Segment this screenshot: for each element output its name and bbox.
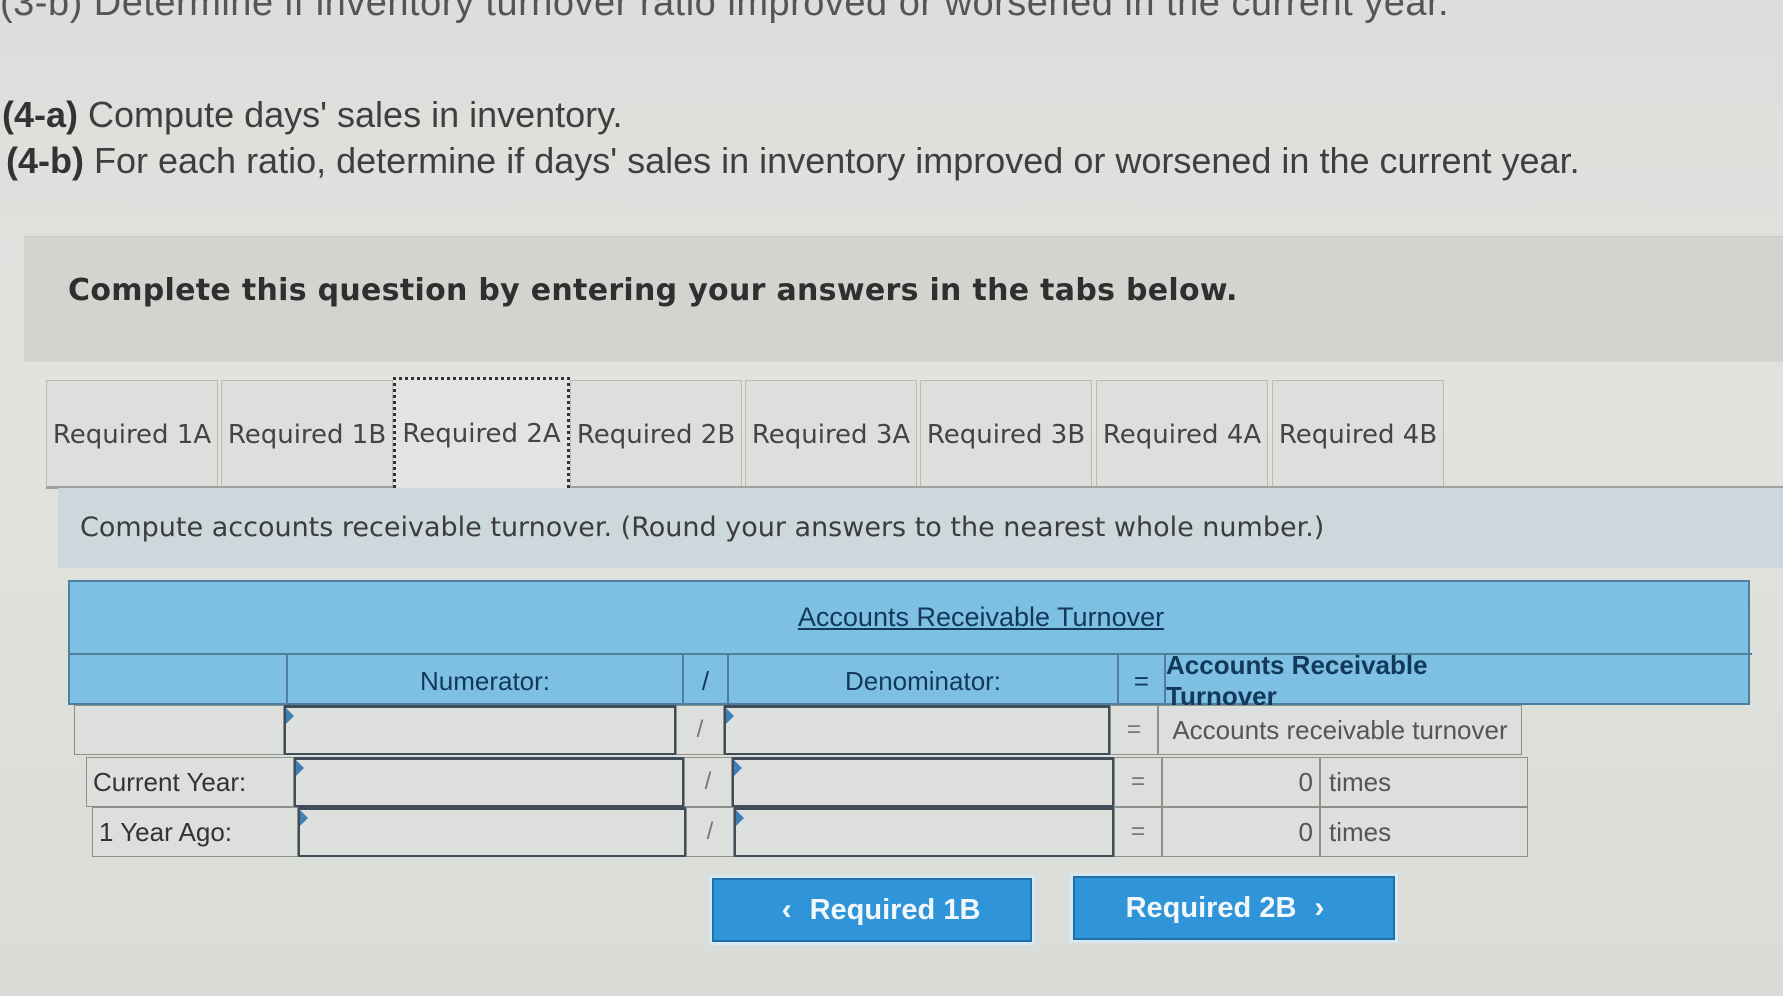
instruction-4a-text: Compute days' sales in inventory.	[88, 94, 623, 135]
instruction-4b: (4-b) For each ratio, determine if days'…	[6, 140, 1580, 182]
divide-sign: /	[676, 705, 724, 755]
result-label: Accounts receivable turnover	[1158, 705, 1522, 755]
denominator-input[interactable]	[724, 705, 1110, 755]
chevron-left-icon: ‹	[781, 893, 792, 926]
header-divide: /	[682, 655, 727, 707]
prior-year-turnover-unit: times	[1320, 807, 1528, 857]
current-year-turnover-value: 0	[1162, 757, 1320, 807]
divide-sign: /	[684, 757, 732, 807]
page: (3-b) Determine if inventory turnover ra…	[0, 0, 1783, 996]
table-header: Accounts Receivable Turnover Numerator: …	[68, 580, 1752, 711]
equals-sign: =	[1114, 807, 1162, 857]
header-label-col	[70, 655, 286, 707]
row-label-current-year: Current Year:	[86, 757, 294, 807]
table-row-1-year-ago: 1 Year Ago: / = 0 times	[92, 807, 1742, 857]
equals-sign: =	[1110, 705, 1158, 755]
table-title: Accounts Receivable Turnover	[797, 602, 1165, 632]
tab-required-4a[interactable]: Required 4A	[1096, 380, 1268, 488]
instruction-4a-prefix: (4-a)	[2, 94, 79, 135]
current-year-numerator-input[interactable]	[294, 757, 684, 807]
tab-required-4b[interactable]: Required 4B	[1272, 380, 1444, 488]
tab-required-1a[interactable]: Required 1A	[46, 380, 218, 488]
tab-required-3a[interactable]: Required 3A	[745, 380, 917, 488]
next-required-2b-button[interactable]: Required 2B ›	[1073, 876, 1395, 940]
prior-year-turnover-value: 0	[1162, 807, 1320, 857]
prompt-bar: Compute accounts receivable turnover. (R…	[58, 488, 1783, 568]
header-result: Accounts Receivable Turnover	[1164, 650, 1528, 711]
row-label-1-year-ago: 1 Year Ago:	[92, 807, 298, 857]
prompt-text: Compute accounts receivable turnover. (R…	[80, 512, 1325, 543]
instruction-4a: (4-a) Compute days' sales in inventory.	[2, 94, 623, 136]
previous-instruction-cutoff: (3-b) Determine if inventory turnover ra…	[0, 0, 1450, 24]
divide-sign: /	[686, 807, 734, 857]
prev-required-1b-button[interactable]: ‹ Required 1B	[712, 878, 1032, 942]
chevron-right-icon: ›	[1314, 891, 1325, 924]
instruction-4b-text: For each ratio, determine if days' sales…	[94, 140, 1580, 181]
tab-required-2a[interactable]: Required 2A	[393, 377, 570, 488]
banner-text: Complete this question by entering your …	[68, 273, 1238, 308]
tab-bar: Required 1A Required 1B Required 2A Requ…	[46, 377, 1783, 489]
ar-turnover-table: Accounts Receivable Turnover Numerator: …	[68, 580, 1752, 857]
instructions-banner: Complete this question by entering your …	[24, 236, 1783, 362]
tab-required-1b[interactable]: Required 1B	[221, 380, 393, 488]
header-denominator: Denominator:	[727, 655, 1117, 707]
equals-sign: =	[1114, 757, 1162, 807]
prev-button-label: Required 1B	[809, 893, 981, 926]
prior-year-denominator-input[interactable]	[734, 807, 1114, 857]
header-numerator: Numerator:	[286, 655, 682, 707]
table-row-formula: / = Accounts receivable turnover	[74, 705, 1724, 755]
tab-required-3b[interactable]: Required 3B	[920, 380, 1092, 488]
table-row-current-year: Current Year: / = 0 times	[86, 757, 1736, 807]
next-button-label: Required 2B	[1125, 891, 1297, 924]
prior-year-numerator-input[interactable]	[298, 807, 686, 857]
column-header-row: Numerator: / Denominator: = Accounts Rec…	[70, 650, 1752, 711]
current-year-turnover-unit: times	[1320, 757, 1528, 807]
row-label	[74, 705, 284, 755]
header-equals: =	[1117, 655, 1164, 707]
tab-required-2b[interactable]: Required 2B	[570, 380, 742, 488]
current-year-denominator-input[interactable]	[732, 757, 1114, 807]
numerator-input[interactable]	[284, 705, 676, 755]
instruction-4b-prefix: (4-b)	[6, 140, 84, 181]
